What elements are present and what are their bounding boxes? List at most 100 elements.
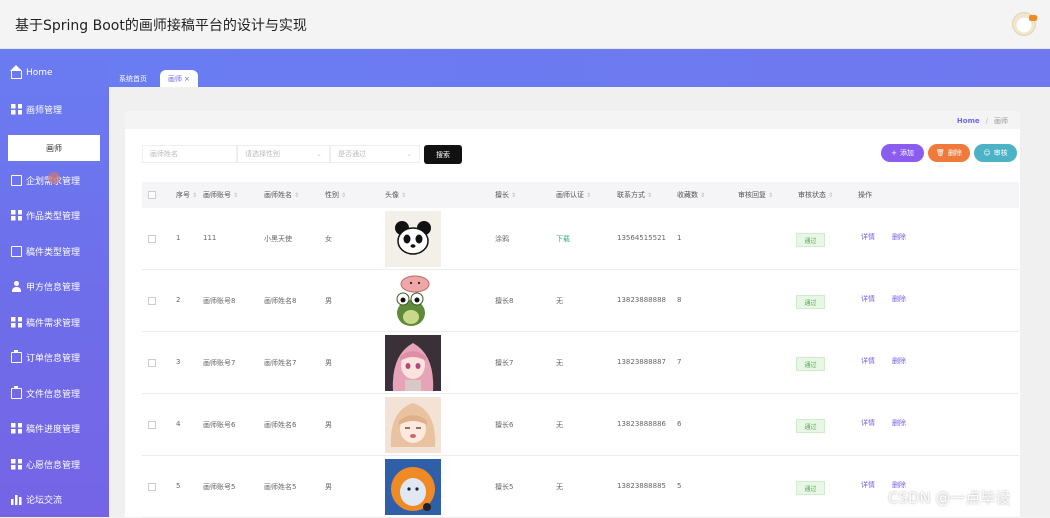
delete-link[interactable]: 删除: [892, 356, 906, 366]
avatar-image-blonde-girl[interactable]: [385, 397, 441, 453]
cell-certification: 无: [556, 483, 563, 491]
cell-no: 5: [176, 482, 181, 490]
tab-label: 画师: [168, 74, 182, 83]
sidebar-item-draft-type[interactable]: 稿件类型管理: [0, 236, 109, 266]
header-label: 擅长: [495, 191, 509, 199]
sort-icon: ⇕: [192, 192, 198, 199]
header-skill[interactable]: 擅长 ⇕: [495, 190, 516, 200]
status-select[interactable]: 是否通过 ⌄: [330, 145, 420, 163]
tab-artist[interactable]: 画师 ×: [160, 70, 198, 87]
header-no[interactable]: 序号 ⇕: [176, 190, 197, 200]
delete-link[interactable]: 删除: [892, 232, 906, 242]
header-label: 画师姓名: [264, 191, 292, 199]
header-label: 头像: [385, 191, 399, 199]
delete-link[interactable]: 删除: [892, 418, 906, 428]
cell-certification: 无: [556, 359, 563, 367]
sidebar-item-label: 稿件进度管理: [26, 424, 81, 435]
sidebar-item-label: 稿件需求管理: [26, 318, 81, 329]
header-favorites[interactable]: 收藏数 ⇕: [677, 190, 705, 200]
submenu-item-artist[interactable]: 画师: [8, 135, 100, 161]
detail-link[interactable]: 详情: [861, 418, 875, 428]
detail-link[interactable]: 详情: [861, 356, 875, 366]
header-name[interactable]: 画师姓名 ⇕: [264, 190, 299, 200]
cell-account: 画师账号5: [203, 483, 236, 491]
sidebar-item-work-type[interactable]: 作品类型管理: [0, 200, 109, 230]
cell-favorites: 6: [677, 420, 682, 428]
audit-button[interactable]: ☺ 审核: [974, 144, 1017, 162]
cell-certification: 无: [556, 421, 563, 429]
cell-phone: 13564515521: [617, 234, 666, 242]
avatar-image-hooded-character[interactable]: [385, 459, 441, 515]
user-avatar[interactable]: [1012, 12, 1037, 36]
sidebar-item-file-info[interactable]: 文件信息管理: [0, 378, 109, 408]
avatar-image-anime-girl[interactable]: [385, 335, 441, 391]
sidebar-item-artist[interactable]: 画师管理: [0, 94, 109, 124]
detail-link[interactable]: 详情: [861, 480, 875, 490]
header-phone[interactable]: 联系方式 ⇕: [617, 190, 652, 200]
status-badge: 通过: [796, 295, 825, 309]
row-checkbox[interactable]: [148, 297, 156, 305]
header-audit-status[interactable]: 审核状态 ⇕: [798, 190, 833, 200]
cell-skill: 擅长7: [495, 359, 514, 367]
detail-link[interactable]: 详情: [861, 232, 875, 242]
avatar-image-panda[interactable]: [385, 211, 441, 267]
clipboard-icon: [11, 385, 22, 399]
cell-gender: 男: [325, 359, 332, 367]
sort-icon: ⇕: [341, 192, 347, 199]
cell-gender: 男: [325, 297, 332, 305]
close-icon[interactable]: ×: [184, 75, 190, 83]
delete-button[interactable]: 🗑 删除: [928, 144, 970, 162]
chevron-down-icon: ⌄: [316, 150, 322, 158]
tab-bar: 系统首页 画师 ×: [109, 49, 1050, 87]
sidebar-item-draft-progress[interactable]: 稿件进度管理: [0, 413, 109, 443]
header-avatar[interactable]: 头像 ⇕: [385, 190, 406, 200]
sidebar-item-client-info[interactable]: 甲方信息管理: [0, 271, 109, 301]
sort-icon: ⇕: [401, 192, 407, 199]
button-label: 审核: [993, 149, 1008, 157]
cell-account: 画师账号7: [203, 359, 236, 367]
tab-home[interactable]: 系统首页: [111, 70, 155, 87]
download-link[interactable]: 下载: [556, 234, 570, 244]
cell-favorites: 7: [677, 358, 682, 366]
cell-skill: 擅长5: [495, 483, 514, 491]
sidebar-item-draft-demand[interactable]: 稿件需求管理: [0, 307, 109, 337]
header-gender[interactable]: 性别 ⇕: [325, 190, 346, 200]
header-audit-reply[interactable]: 审核回复 ⇕: [738, 190, 773, 200]
sidebar-item-wish-info[interactable]: 心愿信息管理: [0, 449, 109, 479]
detail-link[interactable]: 详情: [861, 294, 875, 304]
sort-icon: ⇕: [700, 192, 706, 199]
select-all-checkbox[interactable]: [148, 191, 156, 199]
cell-phone: 13823888888: [617, 296, 666, 304]
row-checkbox[interactable]: [148, 421, 156, 429]
breadcrumb-home[interactable]: Home: [957, 117, 980, 125]
sidebar-item-home[interactable]: Home: [0, 58, 109, 88]
sidebar-item-order-info[interactable]: 订单信息管理: [0, 342, 109, 372]
avatar-image-frog[interactable]: [385, 273, 441, 329]
breadcrumb: Home / 画师: [957, 116, 1008, 126]
table-row: 4 画师账号6 画师姓名6 男 擅长6 无 13823888886 6 通过 详…: [142, 394, 1019, 456]
cell-skill: 涂鸦: [495, 235, 509, 243]
row-checkbox[interactable]: [148, 359, 156, 367]
content-panel: Home / 画师 画师姓名 请选择性别 ⌄ 是否通过 ⌄ 搜索 + 添加 🗑 删除 ☺…: [125, 111, 1020, 518]
sidebar-item-label: 文件信息管理: [26, 389, 81, 400]
grid-icon: [11, 209, 22, 221]
row-checkbox[interactable]: [148, 235, 156, 243]
status-badge: 通过: [796, 357, 825, 371]
sidebar-item-label: 画师管理: [26, 105, 63, 116]
search-button[interactable]: 搜索: [424, 145, 462, 164]
button-label: 删除: [947, 149, 962, 157]
grid-icon: [11, 103, 22, 115]
header-certification[interactable]: 画师认证 ⇕: [556, 190, 591, 200]
artist-name-input[interactable]: 画师姓名: [142, 145, 237, 163]
add-button[interactable]: + 添加: [881, 144, 924, 162]
table-row: 1 111 小黑天使 女 涂鸦 下载 13564515521 1 通过 详情 删…: [142, 208, 1019, 270]
row-checkbox[interactable]: [148, 483, 156, 491]
cell-no: 4: [176, 420, 181, 428]
status-badge: 通过: [796, 419, 825, 433]
home-icon: [10, 64, 22, 79]
sidebar-item-forum[interactable]: 论坛交流: [0, 484, 109, 514]
header-account[interactable]: 画师账号 ⇕: [203, 190, 238, 200]
header-label: 画师认证: [556, 191, 584, 199]
delete-link[interactable]: 删除: [892, 294, 906, 304]
gender-select[interactable]: 请选择性别 ⌄: [237, 145, 330, 163]
